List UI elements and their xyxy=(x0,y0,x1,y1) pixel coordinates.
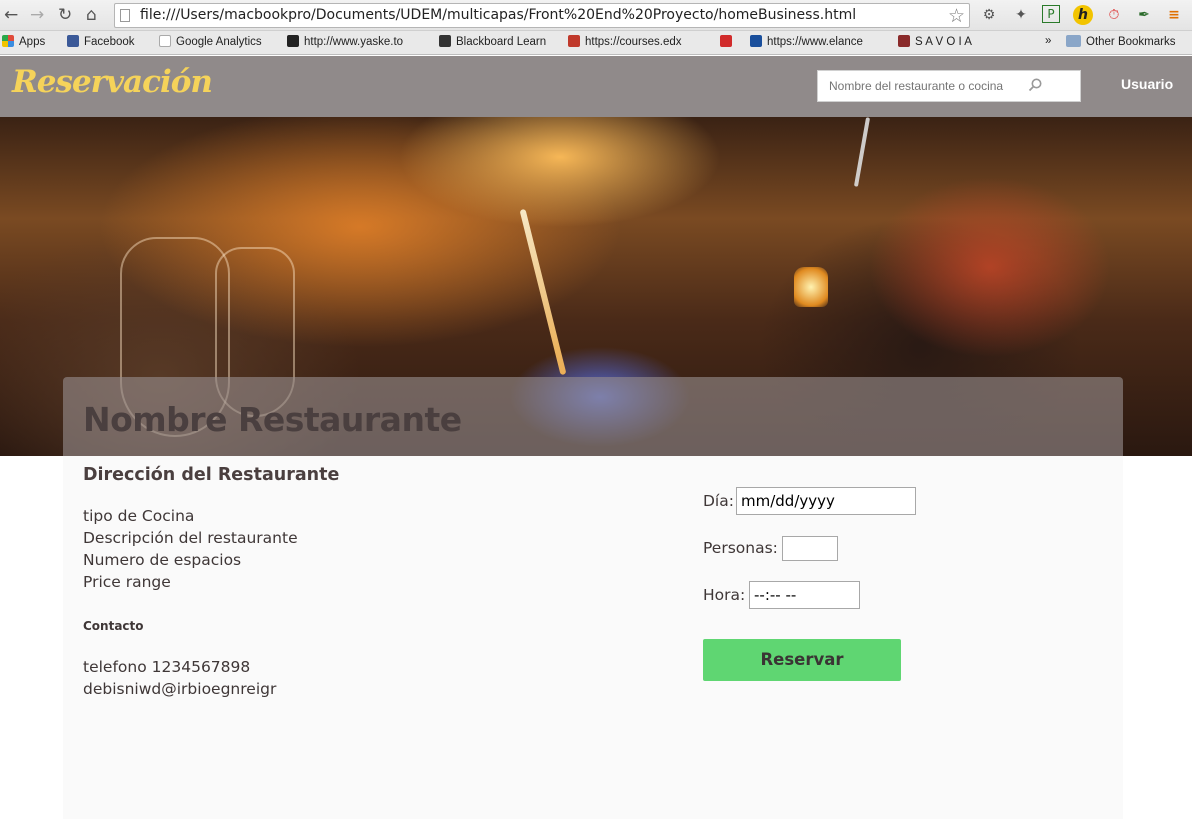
bookmark-label: https://courses.edx xyxy=(585,36,682,48)
hd-icon xyxy=(287,35,299,47)
people-input[interactable] xyxy=(782,536,838,561)
search-input[interactable] xyxy=(818,71,1048,101)
bookmark-star-icon[interactable]: ☆ xyxy=(948,5,965,27)
restaurant-address: Dirección del Restaurante xyxy=(83,465,340,485)
reserve-button[interactable]: Reservar xyxy=(703,639,901,681)
folder-icon xyxy=(1066,35,1081,47)
elance-icon xyxy=(750,35,762,47)
edx-icon xyxy=(568,35,580,47)
site-logo[interactable]: Reservación xyxy=(12,64,213,100)
search-box xyxy=(817,70,1081,102)
cuisine-type: tipo de Cocina xyxy=(83,507,195,525)
savoia-icon xyxy=(898,35,910,47)
bookmark-label: Apps xyxy=(19,36,46,48)
apps-icon xyxy=(2,35,14,47)
search-icon[interactable] xyxy=(1028,78,1042,92)
blackboard-icon xyxy=(439,35,451,47)
people-label: Personas: xyxy=(703,539,778,557)
bookmark-label: Google Analytics xyxy=(176,36,262,48)
restaurant-name: Nombre Restaurante xyxy=(83,400,462,439)
contact-heading: Contacto xyxy=(83,619,144,633)
contact-phone: telefono 1234567898 xyxy=(83,658,251,676)
extension-icon[interactable]: ✦ xyxy=(1011,5,1031,25)
timer-extension-icon[interactable]: ⏱ xyxy=(1104,5,1124,25)
bookmark-elance[interactable]: https://www.elance xyxy=(750,35,880,48)
bookmark-label: Blackboard Learn xyxy=(456,36,547,48)
bookmark-label: https://www.elance xyxy=(767,36,863,48)
site-header: Reservación Usuario xyxy=(0,56,1192,117)
restaurant-details: Dirección del Restaurante tipo de Cocina… xyxy=(63,456,1123,819)
red-bookmark-icon xyxy=(720,35,732,47)
time-input[interactable] xyxy=(749,581,860,609)
restaurant-description: Descripción del restaurante xyxy=(83,529,298,547)
bookmark-label: Facebook xyxy=(84,36,135,48)
bookmark-apps[interactable]: Apps xyxy=(2,35,45,48)
time-label: Hora: xyxy=(703,586,746,604)
bookmark-edx[interactable]: https://courses.edx xyxy=(568,35,703,48)
back-icon[interactable]: ← xyxy=(4,5,18,25)
day-input[interactable] xyxy=(736,487,916,515)
restaurant-title-panel: Nombre Restaurante xyxy=(63,377,1123,456)
bookmark-yaske[interactable]: http://www.yaske.to xyxy=(287,35,422,48)
bookmarks-bar: Apps Facebook Google Analytics http://ww… xyxy=(0,31,1192,55)
bookmark-label: http://www.yaske.to xyxy=(304,36,404,48)
light-streak xyxy=(853,117,871,187)
bookmarks-overflow[interactable]: » xyxy=(1045,35,1051,47)
contact-email: debisniwd@irbioegnreigr xyxy=(83,680,277,698)
hero-image: Nombre Restaurante xyxy=(0,117,1192,456)
light-streak xyxy=(519,208,567,376)
price-range: Price range xyxy=(83,573,171,591)
bookmark-facebook[interactable]: Facebook xyxy=(67,35,135,48)
url-text[interactable]: file:///Users/macbookpro/Documents/UDEM/… xyxy=(140,7,856,23)
forward-icon[interactable]: → xyxy=(30,5,44,25)
bookmark-red[interactable] xyxy=(720,35,737,48)
page-icon xyxy=(120,9,130,22)
menu-icon[interactable]: ≡ xyxy=(1164,5,1184,25)
facebook-icon xyxy=(67,35,79,47)
bookmark-google-analytics[interactable]: Google Analytics xyxy=(159,35,262,48)
home-icon[interactable]: ⌂ xyxy=(86,5,97,25)
reload-icon[interactable]: ↻ xyxy=(58,5,72,25)
other-bookmarks[interactable]: Other Bookmarks xyxy=(1066,35,1175,48)
page-icon xyxy=(159,35,171,47)
bookmark-blackboard[interactable]: Blackboard Learn xyxy=(439,35,546,48)
address-bar[interactable]: file:///Users/macbookpro/Documents/UDEM/… xyxy=(114,3,970,28)
bookmark-label: S A V O I A xyxy=(915,36,972,48)
seat-count: Numero de espacios xyxy=(83,551,242,569)
eyedropper-extension-icon[interactable]: ✒ xyxy=(1134,5,1154,25)
user-menu[interactable]: Usuario xyxy=(1121,76,1173,92)
bookmark-savoia[interactable]: S A V O I A xyxy=(898,35,972,48)
parking-extension-icon[interactable]: P xyxy=(1042,5,1060,23)
bookmark-label: Other Bookmarks xyxy=(1086,36,1176,48)
browser-toolbar: ← → ↻ ⌂ file:///Users/macbookpro/Documen… xyxy=(0,0,1192,31)
lamp-light xyxy=(794,267,828,307)
settings-gear-icon[interactable]: ⚙ xyxy=(979,5,999,25)
day-label: Día: xyxy=(703,492,734,510)
honey-extension-icon[interactable]: h xyxy=(1073,5,1093,25)
